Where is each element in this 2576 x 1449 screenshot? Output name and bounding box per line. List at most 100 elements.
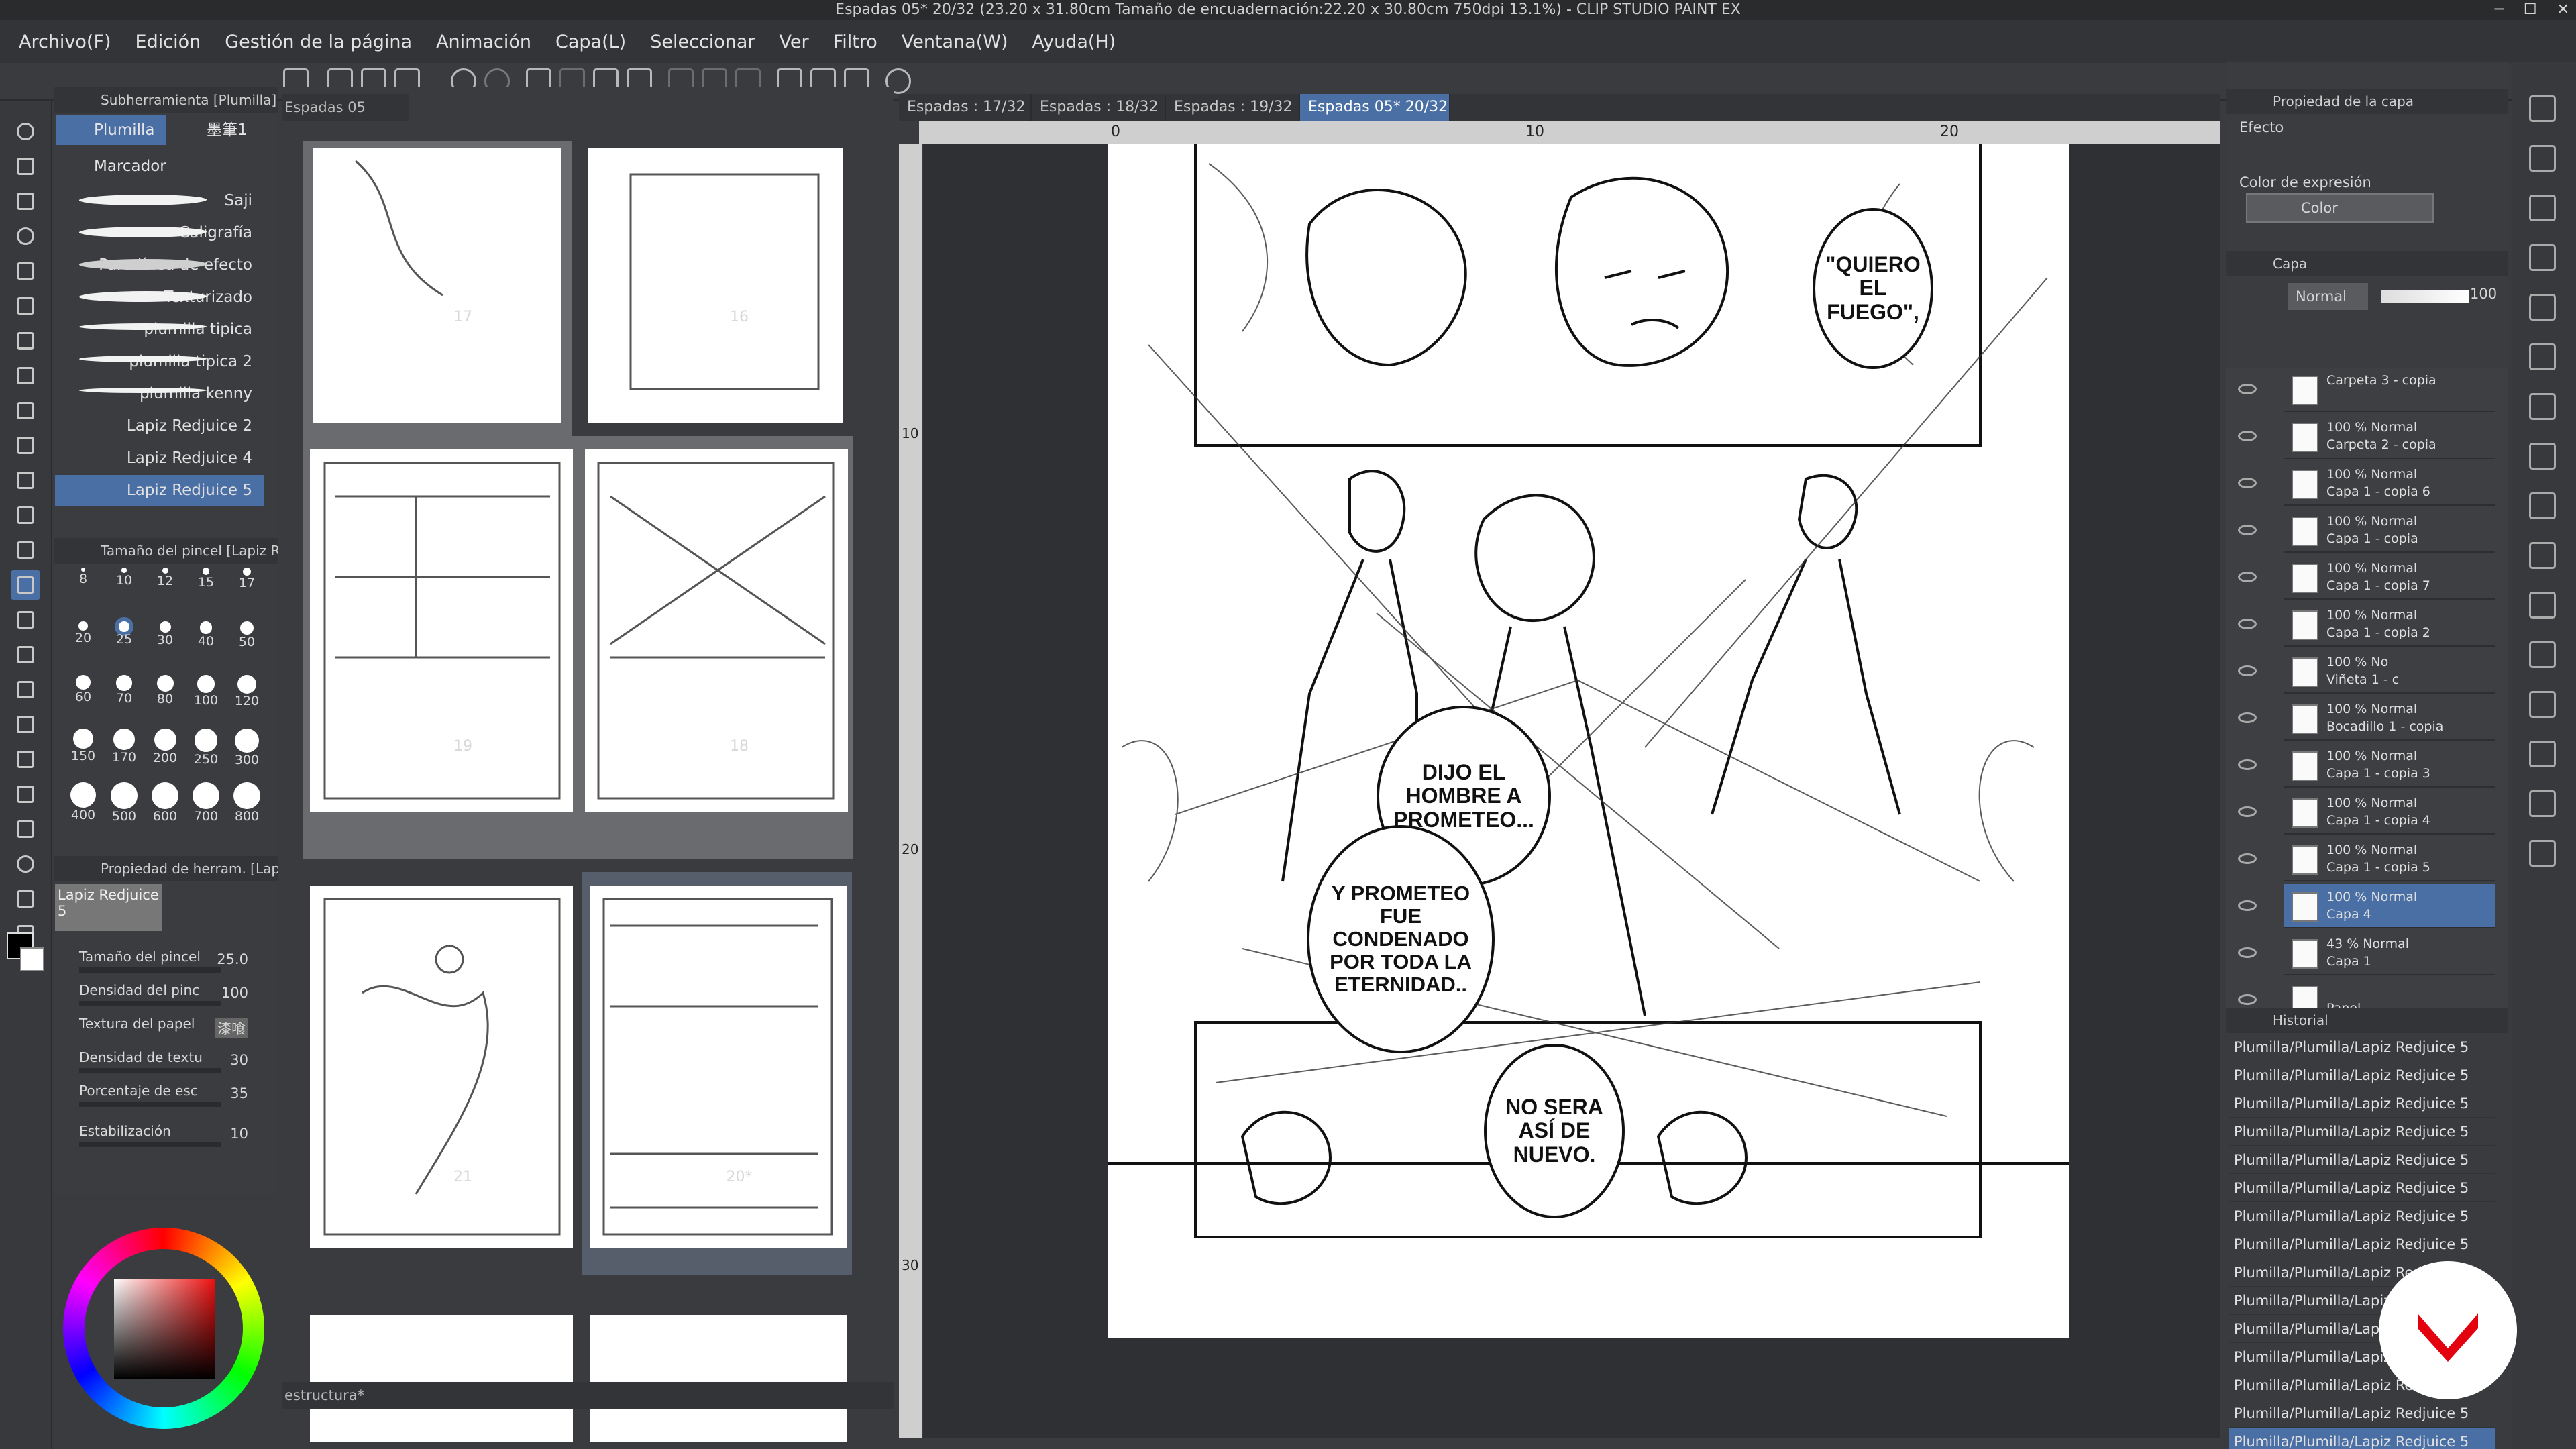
decoration-icon[interactable] — [11, 500, 40, 530]
panel-toggle-icon[interactable] — [2529, 443, 2556, 470]
brush-item[interactable]: plumilla kenny — [67, 378, 262, 409]
panel-toggle-icon[interactable] — [2529, 592, 2556, 619]
brush-size-option[interactable]: 600 — [146, 782, 184, 824]
brush-size-option[interactable]: 200 — [146, 729, 184, 765]
brush-size-option[interactable]: 8 — [64, 568, 102, 586]
maximize-icon[interactable]: ☐ — [2524, 0, 2537, 20]
panel-toggle-icon[interactable] — [2529, 790, 2556, 817]
panel-toggle-icon[interactable] — [2529, 393, 2556, 420]
pencil-tool-icon[interactable] — [11, 396, 40, 425]
menu-ver[interactable]: Ver — [780, 32, 809, 52]
visibility-eye-icon[interactable] — [2238, 572, 2257, 582]
prop-scale[interactable]: Porcentaje de esc 35 — [74, 1080, 275, 1112]
page-manager-tab[interactable]: Espadas 05 — [282, 94, 409, 121]
eyedropper-icon[interactable] — [11, 326, 40, 356]
menu-filtro[interactable]: Filtro — [833, 32, 877, 52]
select-tool-icon[interactable] — [11, 256, 40, 286]
brush-size-option[interactable]: 120 — [228, 675, 266, 708]
visibility-eye-icon[interactable] — [2238, 712, 2257, 723]
brush-size-option[interactable]: 400 — [64, 782, 102, 822]
brush-size-option[interactable]: 10 — [105, 568, 143, 588]
speech-balloon[interactable]: NO SERA ASÍ DE NUEVO. — [1484, 1044, 1625, 1218]
history-item[interactable]: Plumilla/Plumilla/Lapiz Redjuice 5 — [2229, 1174, 2496, 1202]
brush-size-option[interactable]: 70 — [105, 675, 143, 706]
brush-size-option[interactable]: 60 — [64, 675, 102, 704]
frame-border-icon[interactable] — [11, 745, 40, 774]
layer-row[interactable]: 100 % Normal Carpeta 2 - copia — [2238, 415, 2496, 459]
history-item[interactable]: Plumilla/Plumilla/Lapiz Redjuice 5 — [2229, 1033, 2496, 1061]
layer-row[interactable]: 43 % Normal Capa 1 — [2238, 931, 2496, 975]
layer-row[interactable]: 100 % Normal Capa 1 - copia 5 — [2238, 837, 2496, 881]
operation-tool-icon[interactable] — [11, 152, 40, 181]
pen-active-icon[interactable] — [11, 570, 40, 600]
visibility-eye-icon[interactable] — [2238, 525, 2257, 535]
speech-balloon[interactable]: "QUIERO EL FUEGO", — [1813, 208, 1933, 369]
layer-row[interactable]: 100 % Normal Bocadillo 1 - copia — [2238, 696, 2496, 741]
doc-tab[interactable]: Espadas : 17/32 — [899, 94, 1032, 121]
tab-plumilla[interactable]: Plumilla — [56, 115, 166, 145]
brush-item[interactable]: plumilla tipica — [67, 314, 262, 345]
history-item[interactable]: Plumilla/Plumilla/Lapiz Redjuice 5 — [2229, 1428, 2496, 1449]
panel-toggle-icon[interactable] — [2529, 691, 2556, 718]
pencil-item[interactable]: Lapiz Redjuice 4 — [55, 443, 264, 474]
prop-stabilization[interactable]: Estabilización 10 — [74, 1120, 275, 1152]
brush-size-option[interactable]: 20 — [64, 621, 102, 645]
visibility-eye-icon[interactable] — [2238, 994, 2257, 1005]
history-item[interactable]: Plumilla/Plumilla/Lapiz Redjuice 5 — [2229, 1146, 2496, 1174]
history-item[interactable]: Plumilla/Plumilla/Lapiz Redjuice 5 — [2229, 1230, 2496, 1258]
prop-texture-density[interactable]: Densidad de textu 30 — [74, 1046, 275, 1079]
fill-tool-icon[interactable] — [11, 640, 40, 669]
prop-value[interactable]: 100 — [221, 985, 248, 1001]
tab-marcador[interactable]: Marcador — [56, 152, 177, 181]
layer-row[interactable]: 100 % Normal Capa 1 - copia — [2238, 508, 2496, 553]
history-item[interactable]: Plumilla/Plumilla/Lapiz Redjuice 5 — [2229, 1061, 2496, 1089]
doc-tab-active[interactable]: Espadas 05* 20/32 — [1300, 94, 1450, 121]
visibility-eye-icon[interactable] — [2238, 947, 2257, 958]
visibility-eye-icon[interactable] — [2238, 619, 2257, 629]
saturation-square[interactable] — [114, 1279, 215, 1379]
panel-toggle-icon[interactable] — [2529, 343, 2556, 370]
visibility-eye-icon[interactable] — [2238, 431, 2257, 441]
timeline-label[interactable]: estructura* — [282, 1382, 894, 1409]
brush-size-option[interactable]: 500 — [105, 782, 143, 824]
layer-row[interactable]: Carpeta 3 - copia — [2238, 368, 2496, 412]
menu-gestion-pagina[interactable]: Gestión de la página — [225, 32, 412, 52]
visibility-eye-icon[interactable] — [2238, 853, 2257, 864]
history-item[interactable]: Plumilla/Plumilla/Lapiz Redjuice 5 — [2229, 1202, 2496, 1230]
visibility-eye-icon[interactable] — [2238, 384, 2257, 394]
history-item[interactable]: Plumilla/Plumilla/Lapiz Redjuice 5 — [2229, 1118, 2496, 1146]
prop-paper-texture[interactable]: Textura del papel 漆喰 — [74, 1013, 275, 1045]
brush-item[interactable]: Texturizado — [67, 282, 262, 313]
layer-row[interactable]: 100 % Normal Capa 1 - copia 3 — [2238, 743, 2496, 788]
prop-brush-size[interactable]: Tamaño del pincel 25.0 — [74, 946, 275, 978]
layer-row[interactable]: 100 % Normal Capa 1 - copia 2 — [2238, 602, 2496, 647]
layer-row[interactable]: 100 % Normal Capa 1 - copia 7 — [2238, 555, 2496, 600]
prop-value[interactable]: 10 — [230, 1126, 248, 1142]
pencil-item[interactable]: Lapiz Redjuice 2 — [55, 411, 264, 441]
pen-tool-icon[interactable] — [11, 361, 40, 390]
pencil-item-selected[interactable]: Lapiz Redjuice 5 — [55, 475, 264, 506]
prop-value[interactable]: 35 — [230, 1085, 248, 1102]
panel-toggle-icon[interactable] — [2529, 195, 2556, 221]
panel-toggle-icon[interactable] — [2529, 641, 2556, 668]
doc-tab[interactable]: Espadas : 19/32 — [1166, 94, 1300, 121]
menu-seleccionar[interactable]: Seleccionar — [650, 32, 755, 52]
ruler-icon[interactable] — [11, 780, 40, 809]
text-tool-icon[interactable] — [11, 814, 40, 844]
opacity-slider[interactable] — [2381, 290, 2469, 303]
history-item[interactable]: Plumilla/Plumilla/Lapiz Redjuice 5 — [2229, 1089, 2496, 1118]
menu-archivo[interactable]: Archivo(F) — [19, 32, 111, 52]
figure-icon[interactable] — [11, 710, 40, 739]
visibility-eye-icon[interactable] — [2238, 478, 2257, 488]
minimize-icon[interactable]: ─ — [2495, 0, 2504, 20]
visibility-eye-icon[interactable] — [2238, 759, 2257, 770]
panel-toggle-icon[interactable] — [2529, 741, 2556, 767]
layer-row[interactable]: 100 % No Viñeta 1 - c — [2238, 649, 2496, 694]
brush-item[interactable]: Saji — [67, 185, 262, 216]
manga-page[interactable]: "QUIERO EL FUEGO", DIJO EL HOMBRE A PROM… — [1108, 144, 2069, 1338]
brush-size-option[interactable]: 17 — [228, 568, 266, 590]
layer-row[interactable]: 100 % Normal Capa 4 — [2238, 884, 2496, 928]
brush-size-option[interactable]: 150 — [64, 729, 102, 763]
brush-size-option[interactable]: 700 — [187, 782, 225, 824]
menu-ventana[interactable]: Ventana(W) — [902, 32, 1008, 52]
